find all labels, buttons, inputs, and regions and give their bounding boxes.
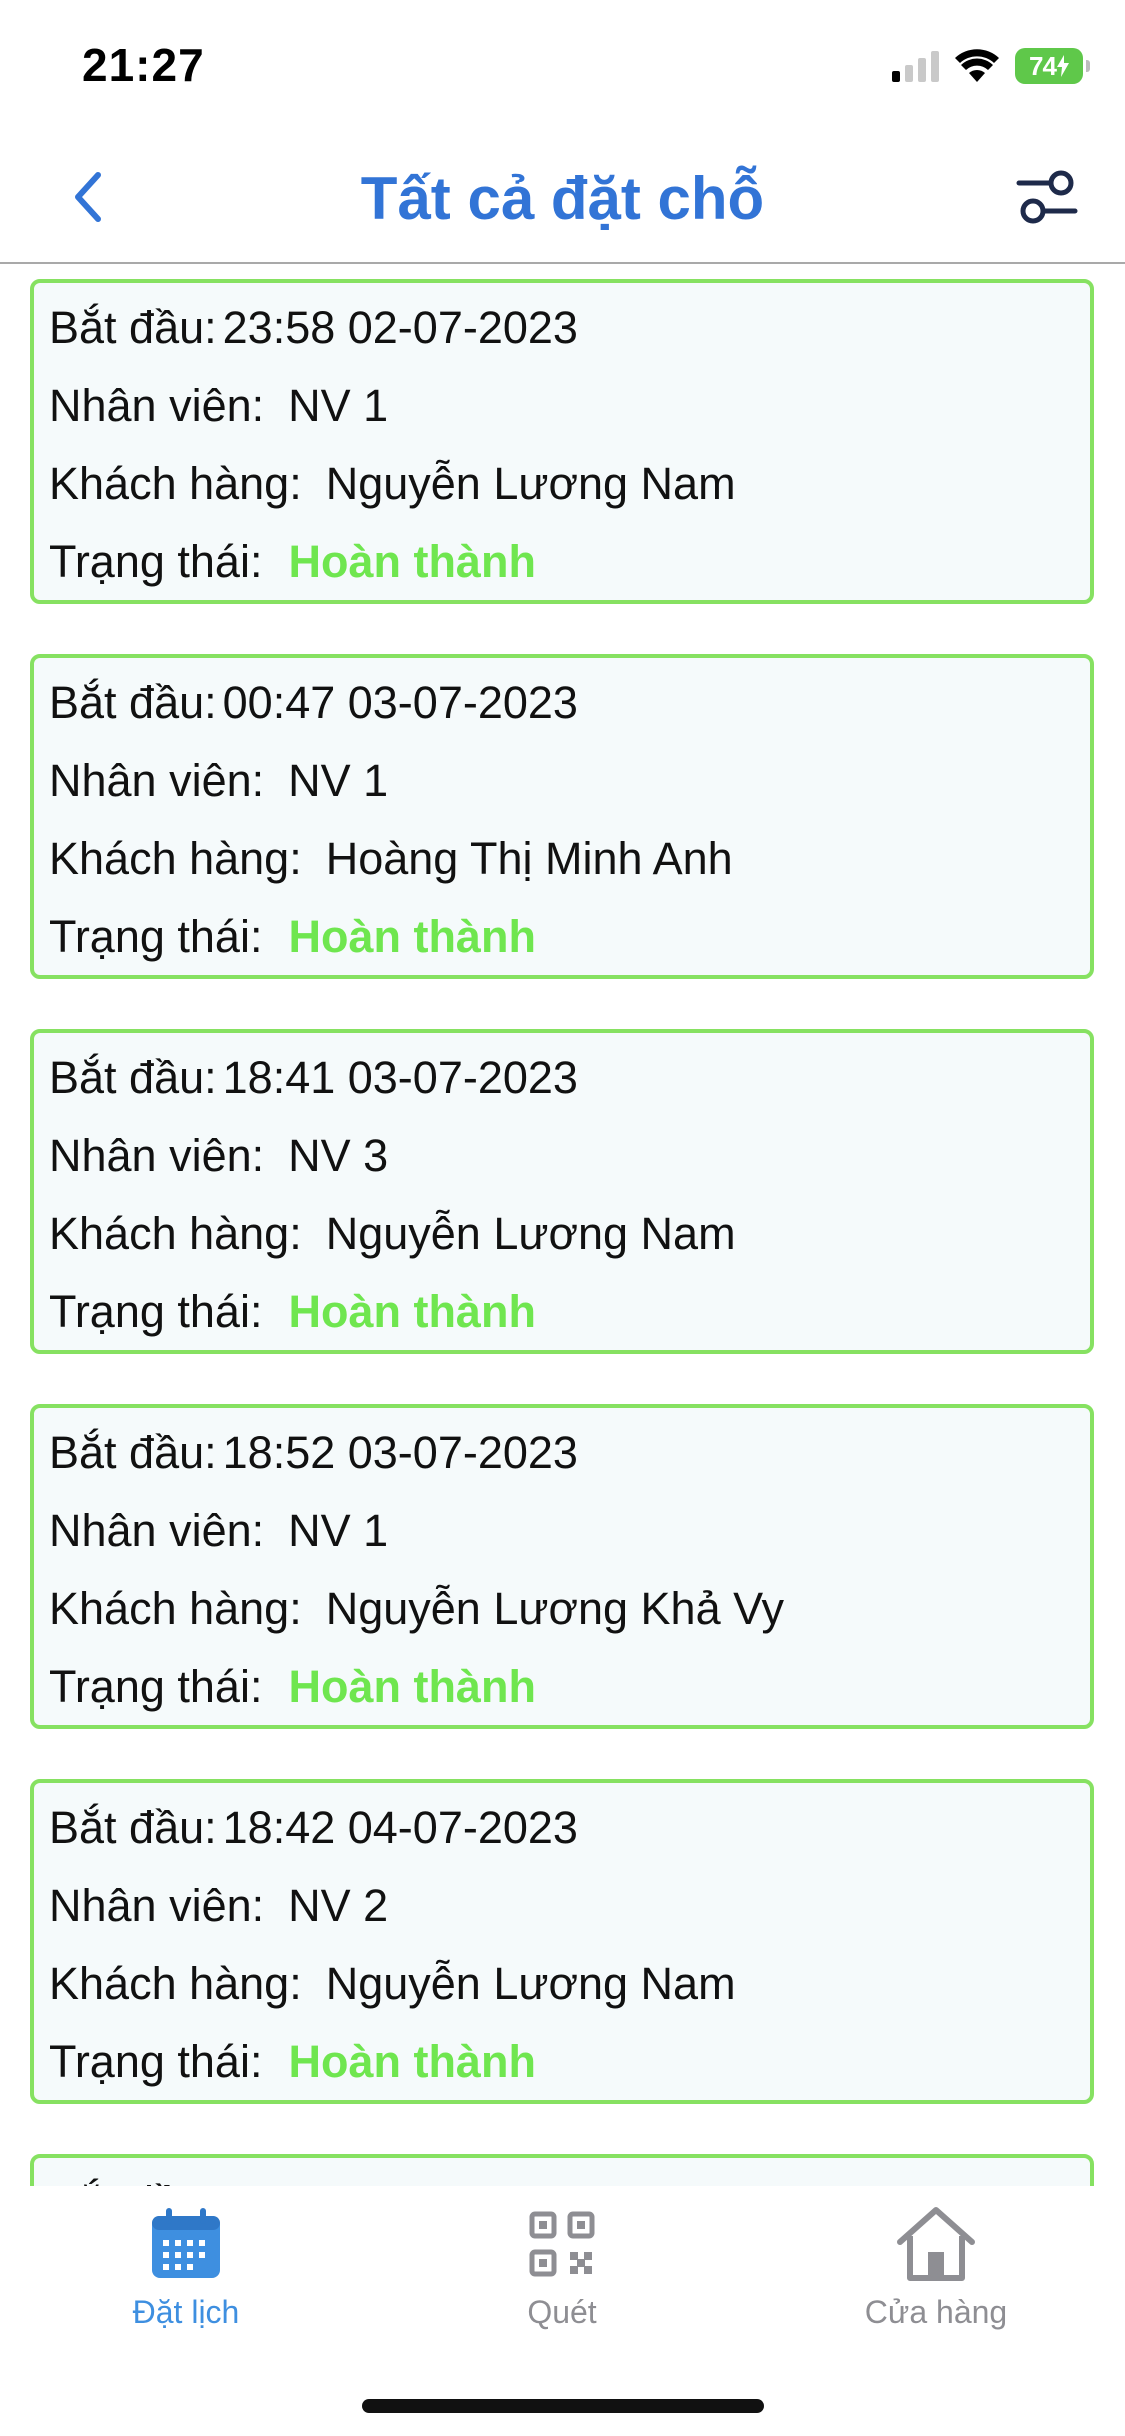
tab-booking[interactable]: Đặt lịch (56, 2204, 316, 2354)
booking-list[interactable]: Bắt đầu: 23:58 02-07-2023 Nhân viên: NV 1 … (0, 264, 1125, 2186)
booking-status-value: Hoàn thành (288, 911, 536, 962)
booking-staff-value: NV 1 (288, 1505, 389, 1556)
tab-label: Quét (527, 2294, 597, 2330)
navigation-bar: Tất cả đặt chỗ (0, 132, 1125, 264)
booking-start-row: Bắt đầu: 18:42 04-07-2023 (49, 1803, 578, 1853)
booking-card[interactable]: Bắt đầu: 18:42 04-07-2023 Nhân viên: NV 2 … (30, 1779, 1094, 2104)
charging-bolt-icon (1056, 55, 1069, 77)
status-label: Trạng thái: (49, 1286, 263, 1337)
booking-card[interactable]: Bắt đầu: 18:52 03-07-2023 Nhân viên: NV 1 … (30, 1404, 1094, 1729)
status-time: 21:27 (82, 39, 205, 91)
booking-customer-value: Nguyễn Lương Nam (325, 458, 736, 509)
booking-status-value: Hoàn thành (288, 2036, 536, 2087)
booking-start-row: Bắt đầu: 18:52 03-07-2023 (49, 1428, 578, 1478)
start-label: Bắt đầu: (49, 302, 217, 353)
tab-label: Cửa hàng (864, 2294, 1008, 2330)
booking-card[interactable]: Bắt đầu: 23:58 02-07-2023 Nhân viên: NV 1 … (30, 279, 1094, 604)
page-title: Tất cả đặt chỗ (360, 165, 765, 232)
calendar-icon (152, 2208, 220, 2278)
booking-staff-value: NV 3 (288, 1130, 389, 1181)
booking-customer-value: Hoàng Thị Minh Anh (325, 833, 733, 884)
customer-label: Khách hàng: (49, 1583, 302, 1634)
start-label: Bắt đầu: (49, 1427, 217, 1478)
status-icons: 74 (892, 44, 1090, 88)
battery-icon: 74 (1015, 48, 1090, 84)
booking-card[interactable]: Bắt đầu: 00:47 03-07-2023 Nhân viên: NV 1 … (30, 654, 1094, 979)
booking-card[interactable]: Bắt đầu: 00:18 04-07-2023 (30, 2154, 1094, 2186)
status-label: Trạng thái: (49, 2036, 263, 2087)
booking-status-value: Hoàn thành (288, 1286, 536, 1337)
battery-level: 74 (1029, 50, 1057, 81)
booking-start-value: 23:58 02-07-2023 (222, 302, 578, 353)
store-icon (897, 2207, 975, 2281)
sliders-icon (1016, 170, 1078, 224)
booking-staff-row: Nhân viên: NV 1 (49, 381, 388, 431)
booking-start-value: 18:52 03-07-2023 (222, 1427, 578, 1478)
booking-status-value: Hoàn thành (288, 1661, 536, 1712)
booking-status-row: Trạng thái: Hoàn thành (49, 537, 536, 587)
booking-customer-value: Nguyễn Lương Nam (325, 1958, 736, 2009)
home-indicator[interactable] (362, 2399, 764, 2413)
booking-staff-row: Nhân viên: NV 3 (49, 1131, 388, 1181)
booking-customer-row: Khách hàng: Nguyễn Lương Nam (49, 1959, 736, 2009)
booking-customer-row: Khách hàng: Nguyễn Lương Nam (49, 459, 736, 509)
staff-label: Nhân viên: (49, 1505, 265, 1556)
booking-customer-row: Khách hàng: Nguyễn Lương Nam (49, 1209, 736, 1259)
booking-start-value: 18:42 04-07-2023 (222, 1802, 578, 1853)
booking-staff-row: Nhân viên: NV 1 (49, 1506, 388, 1556)
booking-start-row: Bắt đầu: 00:18 04-07-2023 (49, 2178, 578, 2187)
booking-staff-row: Nhân viên: NV 1 (49, 756, 388, 806)
booking-status-row: Trạng thái: Hoàn thành (49, 912, 536, 962)
customer-label: Khách hàng: (49, 458, 302, 509)
booking-status-row: Trạng thái: Hoàn thành (49, 1662, 536, 1712)
booking-start-row: Bắt đầu: 00:47 03-07-2023 (49, 678, 578, 728)
booking-start-row: Bắt đầu: 23:58 02-07-2023 (49, 303, 578, 353)
start-label: Bắt đầu: (49, 1802, 217, 1853)
booking-customer-value: Nguyễn Lương Nam (325, 1208, 736, 1259)
booking-start-value: 18:41 03-07-2023 (222, 1052, 578, 1103)
booking-start-row: Bắt đầu: 18:41 03-07-2023 (49, 1053, 578, 1103)
start-label: Bắt đầu: (49, 2178, 217, 2187)
booking-status-value: Hoàn thành (288, 536, 536, 587)
customer-label: Khách hàng: (49, 1958, 302, 2009)
booking-staff-value: NV 1 (288, 380, 389, 431)
status-bar: 21:27 74 (0, 0, 1125, 132)
booking-start-value: 00:47 03-07-2023 (222, 677, 578, 728)
booking-status-row: Trạng thái: Hoàn thành (49, 2037, 536, 2087)
tab-bar: Đặt lịch Quét Cửa hàng (0, 2186, 1125, 2436)
booking-customer-row: Khách hàng: Nguyễn Lương Khả Vy (49, 1584, 784, 1634)
tab-store[interactable]: Cửa hàng (806, 2204, 1066, 2354)
start-label: Bắt đầu: (49, 677, 217, 728)
booking-status-row: Trạng thái: Hoàn thành (49, 1287, 536, 1337)
wifi-icon (955, 49, 999, 82)
tab-label: Đặt lịch (132, 2294, 240, 2330)
staff-label: Nhân viên: (49, 1880, 265, 1931)
booking-staff-value: NV 2 (288, 1880, 389, 1931)
booking-staff-value: NV 1 (288, 755, 389, 806)
status-label: Trạng thái: (49, 536, 263, 587)
booking-customer-row: Khách hàng: Hoàng Thị Minh Anh (49, 834, 733, 884)
booking-card[interactable]: Bắt đầu: 18:41 03-07-2023 Nhân viên: NV 3 … (30, 1029, 1094, 1354)
staff-label: Nhân viên: (49, 1130, 265, 1181)
start-label: Bắt đầu: (49, 1052, 217, 1103)
booking-start-value: 00:18 04-07-2023 (223, 2178, 578, 2187)
cellular-signal-icon (892, 50, 939, 82)
status-label: Trạng thái: (49, 911, 263, 962)
booking-customer-value: Nguyễn Lương Khả Vy (325, 1583, 784, 1634)
tab-scan[interactable]: Quét (432, 2204, 692, 2354)
staff-label: Nhân viên: (49, 755, 265, 806)
customer-label: Khách hàng: (49, 833, 302, 884)
status-label: Trạng thái: (49, 1661, 263, 1712)
staff-label: Nhân viên: (49, 380, 265, 431)
qr-code-icon (529, 2211, 595, 2277)
filter-button[interactable] (1007, 162, 1087, 232)
customer-label: Khách hàng: (49, 1208, 302, 1259)
booking-staff-row: Nhân viên: NV 2 (49, 1881, 388, 1931)
